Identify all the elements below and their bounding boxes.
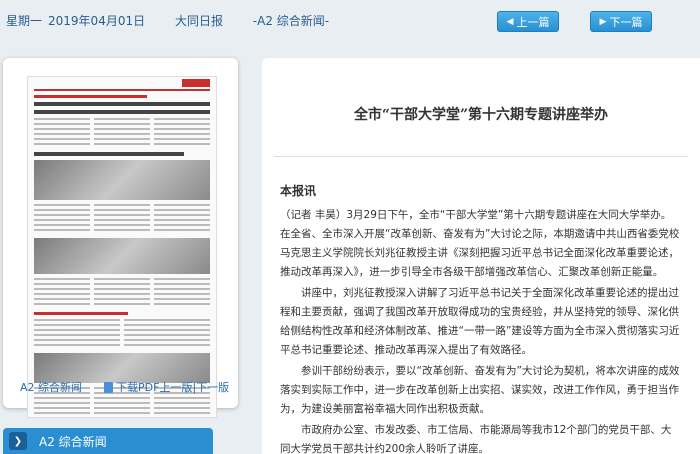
- issue-date: 2019年04月01日: [48, 14, 146, 28]
- newspaper-masthead: [34, 79, 210, 91]
- article-panel: 全市“干部大学堂”第十六期专题讲座举办 本报讯 （记者 丰昊）3月29日下午，全…: [262, 58, 700, 454]
- article-title: 全市“干部大学堂”第十六期专题讲座举办: [353, 107, 609, 123]
- next-article-label: 下一篇: [609, 15, 643, 29]
- next-article-button[interactable]: ▶ 下一篇: [590, 11, 652, 32]
- chevron-right-icon: ❯: [9, 432, 27, 450]
- section-name: -A2 综合新闻-: [252, 14, 330, 28]
- download-pdf-link[interactable]: 下载PDF: [116, 379, 159, 395]
- article-paragraph: 讲座中，刘兆征教授深入讲解了习近平总书记关于全面深化改革重要论述的提出过程和主要…: [280, 287, 680, 356]
- chevron-right-icon: ▶: [599, 16, 607, 27]
- next-page-link[interactable]: 下一版: [196, 379, 229, 395]
- section-link[interactable]: A2 综合新闻: [20, 379, 82, 395]
- prev-page-link[interactable]: 上一版: [159, 379, 192, 395]
- article-body: （记者 丰昊）3月29日下午，全市“干部大学堂”第十六期专题讲座在大同大学举办。…: [280, 206, 680, 454]
- newspaper-photo: [34, 160, 210, 200]
- article-dateline: 本报讯: [280, 184, 317, 198]
- prev-article-label: 上一篇: [516, 15, 550, 29]
- newspaper-page-thumbnail[interactable]: [27, 76, 217, 418]
- top-bar: 星期一 2019年04月01日 大同日报 -A2 综合新闻- ◀ 上一篇 ▶ 下一…: [0, 0, 700, 44]
- page-thumbnail-card: [3, 58, 238, 418]
- section-tab[interactable]: ❯ A2 综合新闻: [3, 428, 213, 454]
- issue-info: 星期一 2019年04月01日 大同日报 -A2 综合新闻-: [6, 12, 355, 29]
- section-tab-label: A2 综合新闻: [39, 434, 107, 449]
- article-paragraph: （记者 丰昊）3月29日下午，全市“干部大学堂”第十六期专题讲座在大同大学举办。…: [280, 209, 680, 278]
- article-paragraph: 参训干部纷纷表示，要以“改革创新、奋发有为”大讨论为契机，将本次讲座的成效落实到…: [280, 365, 680, 415]
- article-paragraph: 市政府办公室、市发改委、市工信局、市能源局等我市12个部门的党员干部、大同大学党…: [280, 424, 672, 454]
- weekday: 星期一: [6, 14, 43, 28]
- chevron-left-icon: ◀: [506, 16, 514, 27]
- newspaper-photo: [34, 238, 210, 274]
- prev-article-button[interactable]: ◀ 上一篇: [497, 11, 559, 32]
- title-divider: [274, 156, 688, 157]
- pdf-icon: [104, 381, 114, 393]
- paper-name: 大同日报: [174, 14, 223, 28]
- thumbnail-links: A2 综合新闻 下载PDF 上一版 | 下一版: [20, 379, 229, 395]
